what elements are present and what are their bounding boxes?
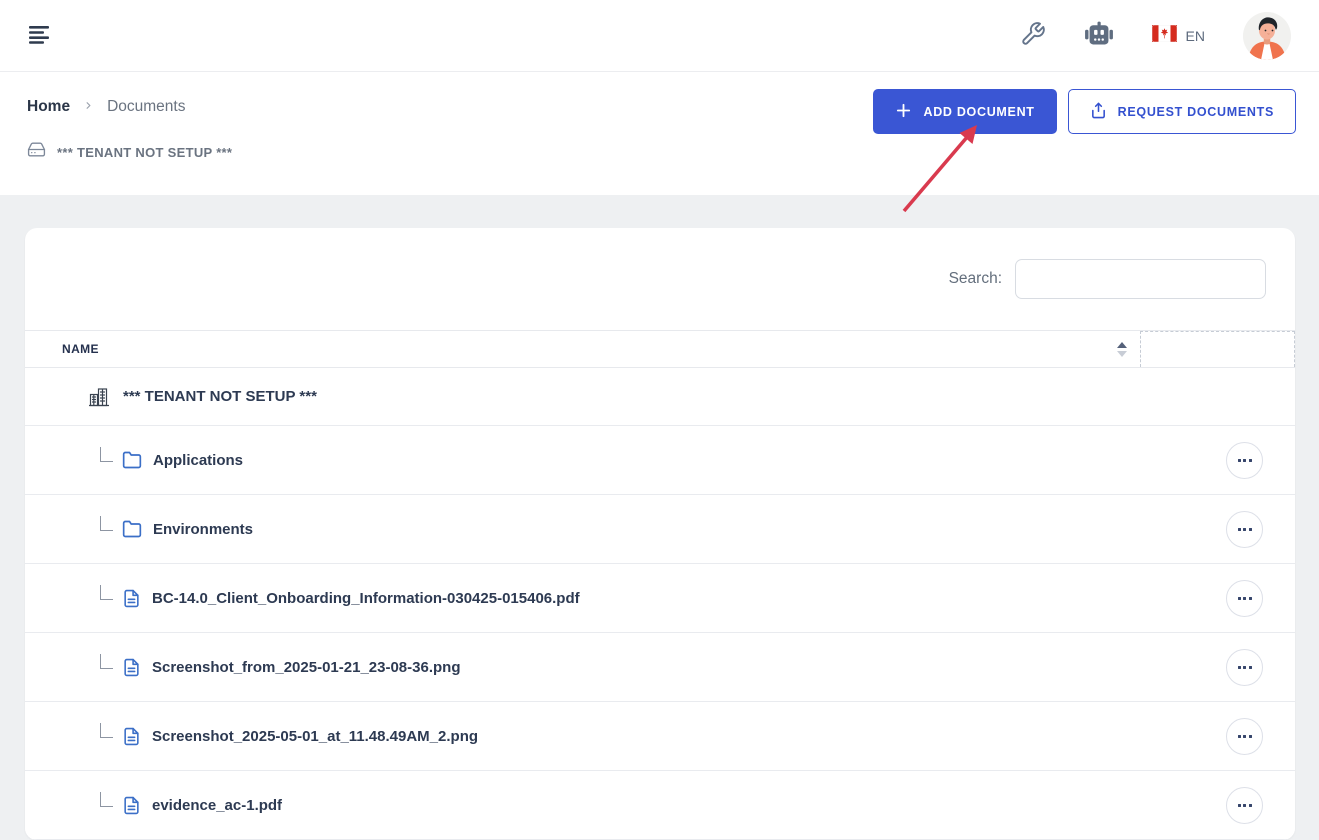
user-avatar[interactable]: [1243, 12, 1291, 60]
tenant-label: *** TENANT NOT SETUP ***: [57, 145, 232, 160]
row-label[interactable]: *** TENANT NOT SETUP ***: [123, 388, 317, 405]
assistant-button[interactable]: [1084, 20, 1114, 51]
table-body: *** TENANT NOT SETUP *** Applications: [25, 368, 1295, 840]
hamburger-menu-button[interactable]: [28, 24, 52, 47]
file-icon: [122, 796, 141, 815]
table-row: Screenshot_2025-05-01_at_11.48.49AM_2.pn…: [25, 702, 1295, 771]
file-icon: [122, 727, 141, 746]
row-actions-button[interactable]: [1226, 718, 1263, 755]
name-column-header[interactable]: NAME: [25, 331, 1140, 367]
request-documents-label: REQUEST DOCUMENTS: [1118, 105, 1274, 119]
row-label[interactable]: Screenshot_from_2025-01-21_23-08-36.png: [152, 659, 460, 676]
folder-icon: [122, 519, 142, 539]
tree-connector-icon: [100, 447, 113, 462]
row-actions-button[interactable]: [1226, 787, 1263, 824]
row-label[interactable]: evidence_ac-1.pdf: [152, 797, 282, 814]
building-icon: [88, 386, 110, 408]
row-label[interactable]: BC-14.0_Client_Onboarding_Information-03…: [152, 590, 580, 607]
tenant-header: *** TENANT NOT SETUP ***: [27, 140, 1319, 164]
row-actions-button[interactable]: [1226, 511, 1263, 548]
main-content: Search: NAME: [0, 195, 1319, 840]
folder-icon: [122, 450, 142, 470]
row-actions-button[interactable]: [1226, 649, 1263, 686]
search-input[interactable]: [1015, 259, 1266, 299]
sort-arrows-icon[interactable]: [1117, 342, 1127, 357]
file-icon: [122, 658, 141, 677]
tree-connector-icon: [100, 585, 113, 600]
language-label: EN: [1186, 28, 1205, 44]
table-row: Applications: [25, 426, 1295, 495]
tree-connector-icon: [100, 723, 113, 738]
add-document-button[interactable]: ADD DOCUMENT: [873, 89, 1056, 134]
table-row: Screenshot_from_2025-01-21_23-08-36.png: [25, 633, 1295, 702]
canada-flag-icon: [1152, 25, 1177, 47]
row-actions-button[interactable]: [1226, 442, 1263, 479]
row-actions-button[interactable]: [1226, 580, 1263, 617]
top-bar: EN: [0, 0, 1319, 72]
documents-card: Search: NAME: [25, 228, 1295, 840]
upload-icon: [1090, 102, 1107, 122]
table-row: *** TENANT NOT SETUP ***: [25, 368, 1295, 426]
search-bar: Search:: [25, 228, 1295, 330]
tools-button[interactable]: [1020, 21, 1046, 50]
file-icon: [122, 589, 141, 608]
robot-icon: [1084, 20, 1114, 51]
row-label[interactable]: Screenshot_2025-05-01_at_11.48.49AM_2.pn…: [152, 728, 478, 745]
search-label: Search:: [949, 270, 1002, 288]
row-label[interactable]: Applications: [153, 452, 243, 469]
tree-connector-icon: [100, 654, 113, 669]
table-row: evidence_ac-1.pdf: [25, 771, 1295, 840]
table-row: BC-14.0_Client_Onboarding_Information-03…: [25, 564, 1295, 633]
language-selector[interactable]: EN: [1152, 25, 1205, 47]
row-label[interactable]: Environments: [153, 521, 253, 538]
wrench-icon: [1020, 21, 1046, 50]
add-document-label: ADD DOCUMENT: [923, 105, 1034, 119]
table-header: NAME: [25, 330, 1295, 368]
tree-connector-icon: [100, 792, 113, 807]
plus-icon: [895, 102, 912, 122]
chevron-right-icon: [83, 98, 94, 116]
header-actions: ADD DOCUMENT REQUEST DOCUMENTS: [873, 89, 1296, 134]
name-header-label: NAME: [62, 342, 99, 356]
request-documents-button[interactable]: REQUEST DOCUMENTS: [1068, 89, 1296, 134]
actions-column-header: [1140, 331, 1295, 367]
page-header: Home Documents *** TENANT NOT SETUP *** …: [0, 72, 1319, 195]
drive-icon: [27, 140, 46, 164]
breadcrumb-current: Documents: [107, 98, 185, 116]
breadcrumb-home-link[interactable]: Home: [27, 98, 70, 116]
table-row: Environments: [25, 495, 1295, 564]
tree-connector-icon: [100, 516, 113, 531]
hamburger-icon: [28, 24, 52, 47]
